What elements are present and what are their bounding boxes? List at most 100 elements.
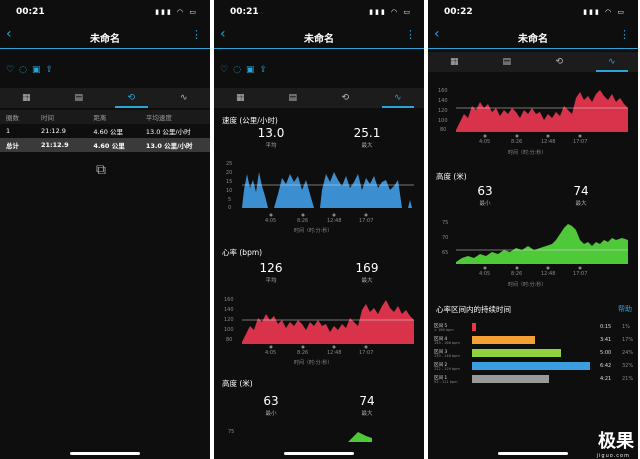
alt-max-label: 最大 xyxy=(361,411,373,417)
camera-icon[interactable]: ▣ xyxy=(32,65,46,75)
y-tick: 80 xyxy=(226,337,233,343)
y-tick: 10 xyxy=(226,188,233,194)
share-icon[interactable]: ⇪ xyxy=(45,65,58,75)
alt-max-label: 最大 xyxy=(575,201,587,207)
x-tick: 4:05 xyxy=(265,350,277,356)
tab-details-icon[interactable]: ▤ xyxy=(481,52,534,72)
watermark-logo: 极果 xyxy=(598,431,634,452)
y-tick: 70 xyxy=(442,235,449,241)
home-indicator xyxy=(70,452,140,455)
hr-section-title: 心率 (bpm) xyxy=(222,248,263,257)
tab-overview-icon[interactable]: ▦ xyxy=(0,88,53,108)
tab-laps-icon[interactable]: ⟲ xyxy=(319,88,372,108)
hr-avg-value: 126 xyxy=(259,261,283,275)
alt-max-value: 74 xyxy=(573,184,589,198)
tab-laps-icon[interactable]: ⟲ xyxy=(533,52,586,72)
tab-charts-icon[interactable]: ∿ xyxy=(586,52,639,72)
share-icon[interactable]: ⇪ xyxy=(259,65,272,75)
zone-range: 93 - 111 bpm xyxy=(434,380,458,384)
speed-max-label: 最大 xyxy=(361,143,373,149)
x-tick: 17:07 xyxy=(573,139,588,145)
nav-bar: ‹ 未命名 ⋮ xyxy=(214,26,424,49)
table-cell: 13.0 公里/小时 xyxy=(145,142,193,150)
tab-details-icon[interactable]: ▤ xyxy=(267,88,320,108)
speed-section-title: 速度 (公里/小时) xyxy=(222,116,278,125)
status-time: 00:21 xyxy=(230,7,259,17)
hr-area xyxy=(242,300,414,344)
x-tick: 17:07 xyxy=(359,350,374,356)
y-tick: 75 xyxy=(228,429,235,435)
y-tick: 160 xyxy=(438,88,448,94)
zone-range: 130 - 148 bpm xyxy=(434,354,460,358)
tab-details-icon[interactable]: ▤ xyxy=(53,88,106,108)
zone-bar xyxy=(472,349,561,357)
alt-min-value: 63 xyxy=(263,394,279,408)
more-icon[interactable]: ⋮ xyxy=(191,28,202,41)
y-tick: 120 xyxy=(438,108,448,114)
comment-icon[interactable]: ◌ xyxy=(19,65,32,75)
hr-chart xyxy=(456,90,628,132)
camera-icon[interactable]: ▣ xyxy=(246,65,260,75)
like-icon[interactable]: ♡ xyxy=(220,65,233,75)
like-icon[interactable]: ♡ xyxy=(6,65,19,75)
tab-charts-icon[interactable]: ∿ xyxy=(158,88,211,108)
social-actions: ♡◌▣⇪ xyxy=(6,65,58,75)
tab-overview-icon[interactable]: ▦ xyxy=(428,52,481,72)
copy-icon[interactable]: ⧉ xyxy=(96,162,106,178)
table-header: 圈数 时间 距离 平均速度 xyxy=(0,110,210,124)
x-tick: 8:26 xyxy=(511,139,523,145)
x-tick-dots xyxy=(269,213,368,217)
page-title: 未命名 xyxy=(304,34,334,45)
laps-table: 圈数 时间 距离 平均速度 1 21:12.9 4.60 公里 13.0 公里/… xyxy=(0,110,210,152)
x-tick: 8:26 xyxy=(297,218,309,224)
page-title: 未命名 xyxy=(90,34,120,45)
home-indicator xyxy=(498,452,568,455)
tab-bar: ▦ ▤ ⟲ ∿ xyxy=(428,52,638,72)
nav-bar: ‹ 未命名 ⋮ xyxy=(428,26,638,49)
zone-time: 5:00 xyxy=(600,350,612,356)
signal-wifi-battery-icon: ▮▮▮ ◠ ▭ xyxy=(155,8,198,16)
tab-charts-icon[interactable]: ∿ xyxy=(372,88,425,108)
table-cell: 21:12.9 xyxy=(40,127,66,135)
zone-range: > 166 bpm xyxy=(434,328,454,332)
alt-section-title: 高度 (米) xyxy=(436,172,467,181)
col-header: 距离 xyxy=(93,114,107,122)
x-tick: 4:05 xyxy=(479,139,491,145)
y-tick: 100 xyxy=(438,118,448,124)
alt-min-label: 最小 xyxy=(265,411,277,417)
zone-time: 4:21 xyxy=(600,376,612,382)
alt-area xyxy=(456,224,628,264)
y-tick: 160 xyxy=(224,297,234,303)
status-bar: 00:21 ▮▮▮ ◠ ▭ xyxy=(214,0,424,26)
nav-bar: ‹ 未命名 ⋮ xyxy=(0,26,210,49)
phone-screen-charts: 00:21 ▮▮▮ ◠ ▭ ‹ 未命名 ⋮ ♡◌▣⇪ ▦ ▤ ⟲ ∿ 速度 (公… xyxy=(214,0,424,459)
x-tick: 12:48 xyxy=(327,218,342,224)
zone-percent: 24% xyxy=(622,350,634,356)
help-link[interactable]: 帮助 xyxy=(618,304,632,314)
zone-percent: 32% xyxy=(622,363,634,369)
table-row[interactable]: 1 21:12.9 4.60 公里 13.0 公里/小时 xyxy=(0,124,210,138)
hr-avg-label: 平均 xyxy=(265,278,277,284)
hr-area xyxy=(456,90,628,132)
home-indicator xyxy=(284,452,354,455)
zone-percent: 21% xyxy=(622,376,634,382)
watermark-url: jiguo.com xyxy=(596,453,630,459)
y-tick: 65 xyxy=(442,250,449,256)
x-tick: 12:48 xyxy=(327,350,342,356)
comment-icon[interactable]: ◌ xyxy=(233,65,246,75)
hr-max-value: 169 xyxy=(355,261,379,275)
x-tick-dots xyxy=(269,345,368,349)
y-tick: 20 xyxy=(226,170,233,176)
hr-chart xyxy=(242,300,414,344)
zone-range: 112 - 129 bpm xyxy=(434,367,460,371)
zone-bar xyxy=(472,375,550,383)
more-icon[interactable]: ⋮ xyxy=(619,28,630,41)
y-tick: 5 xyxy=(228,197,232,203)
tab-laps-icon[interactable]: ⟲ xyxy=(105,88,158,108)
tab-overview-icon[interactable]: ▦ xyxy=(214,88,267,108)
more-icon[interactable]: ⋮ xyxy=(405,28,416,41)
x-tick: 4:05 xyxy=(479,271,491,277)
y-tick: 100 xyxy=(224,327,234,333)
x-tick-dots xyxy=(483,134,582,138)
signal-wifi-battery-icon: ▮▮▮ ◠ ▭ xyxy=(369,8,412,16)
